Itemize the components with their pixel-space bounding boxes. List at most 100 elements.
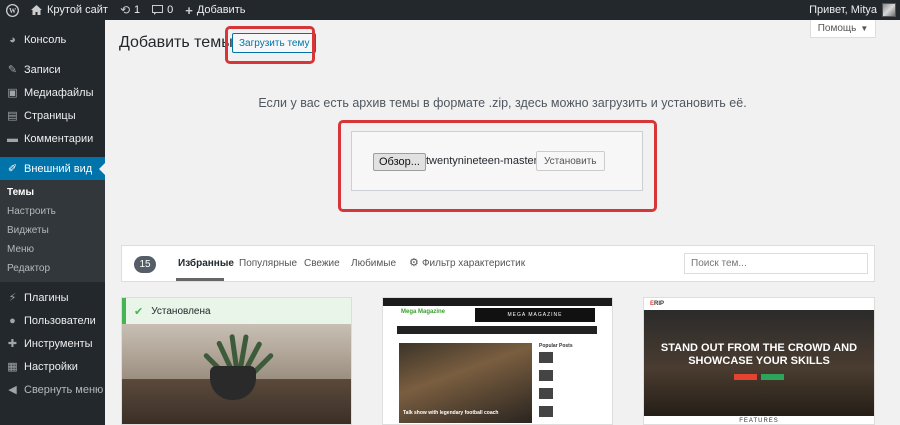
active-tab-indicator xyxy=(176,278,224,281)
submenu-menus[interactable]: Меню xyxy=(0,240,105,259)
gear-icon: ⚙ xyxy=(409,257,419,269)
theme-hero-text: STAND OUT FROM THE CROWD AND SHOWCASE YO… xyxy=(644,342,874,368)
theme-caption: Talk show with legendary football coach xyxy=(403,410,499,416)
submenu-editor[interactable]: Редактор xyxy=(0,259,105,278)
add-new-link[interactable]: + Добавить xyxy=(179,0,251,20)
comments-count: 0 xyxy=(167,4,174,16)
logo-rest: RIP xyxy=(654,301,665,307)
hero-button xyxy=(761,374,784,380)
theme-search-input[interactable] xyxy=(684,253,868,274)
sidebar-item-media[interactable]: ▣ Медиафайлы xyxy=(0,81,105,104)
theme-card-installed[interactable]: ✔ Установлена xyxy=(121,297,352,425)
submenu-themes[interactable]: Темы xyxy=(0,183,105,202)
brush-icon: ✐ xyxy=(7,163,18,175)
help-button[interactable]: Помощь ▼ xyxy=(810,20,876,38)
site-name-link[interactable]: Крутой сайт xyxy=(25,0,114,20)
highlight-frame-form xyxy=(338,120,657,212)
sidebar-item-label: Страницы xyxy=(24,109,76,122)
tab-popular[interactable]: Популярные xyxy=(239,258,297,269)
hero-line: SHOWCASE YOUR SKILLS xyxy=(688,355,830,367)
sidebar-item-settings[interactable]: ▦ Настройки xyxy=(0,355,105,378)
account-menu[interactable]: Привет, Mitya xyxy=(809,0,900,20)
sidebar-item-appearance[interactable]: ✐ Внешний вид xyxy=(0,157,105,180)
updates-icon: ⟲ xyxy=(119,3,130,17)
theme-header: ERIP xyxy=(644,298,874,310)
page-title: Добавить темы xyxy=(119,34,233,51)
sidebar-item-tools[interactable]: ✚ Инструменты xyxy=(0,332,105,355)
submenu-customize[interactable]: Настроить xyxy=(0,202,105,221)
submenu-widgets[interactable]: Виджеты xyxy=(0,221,105,240)
plus-icon: + xyxy=(185,2,193,18)
installed-notice: ✔ Установлена xyxy=(122,298,351,324)
sidebar-item-label: Плагины xyxy=(24,291,69,304)
theme-logo: Mega Magazine xyxy=(401,309,446,315)
post-thumb xyxy=(539,370,553,381)
hero-button xyxy=(734,374,757,380)
pin-icon: ✎ xyxy=(7,64,18,76)
user-icon: ● xyxy=(9,314,16,327)
tab-latest[interactable]: Свежие xyxy=(304,258,340,269)
sidebar-item-label: Медиафайлы xyxy=(24,86,94,99)
sidebar-item-posts[interactable]: ✎ Записи xyxy=(0,58,105,81)
chevron-down-icon: ▼ xyxy=(860,24,869,33)
admin-bar: W Крутой сайт ⟲ 1 0 + Добавить Привет, M… xyxy=(0,0,900,20)
theme-popular-heading: Popular Posts xyxy=(539,343,573,349)
feature-filter-button[interactable]: ⚙ Фильтр характеристик xyxy=(409,256,525,269)
theme-features-heading: FEATURES xyxy=(644,416,874,424)
updates-count: 1 xyxy=(134,4,141,16)
theme-screenshot xyxy=(122,324,351,424)
tab-featured[interactable]: Избранные xyxy=(178,258,234,269)
theme-count-badge: 15 xyxy=(134,256,156,273)
help-label: Помощь xyxy=(817,23,857,34)
svg-text:W: W xyxy=(9,7,17,15)
theme-card-magazine[interactable]: Mega Magazine MEGA MAGAZINE Talk show wi… xyxy=(382,297,613,425)
tab-favorites[interactable]: Любимые xyxy=(351,258,396,269)
sidebar-item-label: Комментарии xyxy=(24,132,94,145)
add-new-label: Добавить xyxy=(196,4,246,16)
theme-nav xyxy=(397,326,597,334)
theme-sidebar: Popular Posts xyxy=(539,343,597,423)
comment-icon: ▬ xyxy=(7,132,18,145)
comment-bubble-icon xyxy=(152,5,164,15)
comments-link[interactable]: 0 xyxy=(146,0,179,20)
post-thumb xyxy=(539,388,553,399)
sidebar-item-label: Внешний вид xyxy=(24,162,93,175)
plugin-icon: ⚡ xyxy=(8,292,17,304)
theme-card-erip[interactable]: ERIP STAND OUT FROM THE CROWD AND SHOWCA… xyxy=(643,297,875,425)
post-thumb xyxy=(539,352,553,363)
sidebar-item-label: Инструменты xyxy=(24,337,93,350)
dashboard-icon: ◕ xyxy=(9,33,16,46)
theme-hero-buttons xyxy=(734,374,784,380)
feature-filter-label: Фильтр характеристик xyxy=(421,258,526,269)
checkmark-icon: ✔ xyxy=(134,305,144,318)
updates-link[interactable]: ⟲ 1 xyxy=(114,0,146,20)
appearance-submenu: Темы Настроить Виджеты Меню Редактор xyxy=(0,180,105,282)
post-thumb xyxy=(539,406,553,417)
sidebar-item-dashboard[interactable]: ◕ Консоль xyxy=(0,28,105,51)
wrench-icon: ✚ xyxy=(7,338,18,350)
avatar xyxy=(882,3,896,17)
home-icon xyxy=(31,5,42,15)
sidebar-item-label: Настройки xyxy=(24,360,78,373)
sidebar-item-label: Записи xyxy=(24,63,61,76)
greeting: Привет, Mitya xyxy=(809,4,877,16)
sidebar-item-users[interactable]: ● Пользователи xyxy=(0,309,105,332)
sidebar-item-label: Свернуть меню xyxy=(24,383,104,396)
sidebar-item-plugins[interactable]: ⚡ Плагины xyxy=(0,286,105,309)
wordpress-logo-icon[interactable]: W xyxy=(0,0,25,20)
highlight-frame-upload xyxy=(225,26,315,64)
sidebar-item-comments[interactable]: ▬ Комментарии xyxy=(0,127,105,150)
sidebar-item-label: Пользователи xyxy=(24,314,96,327)
sidebar-item-pages[interactable]: ▤ Страницы xyxy=(0,104,105,127)
media-icon: ▣ xyxy=(7,87,18,99)
settings-icon: ▦ xyxy=(7,361,18,373)
sidebar-collapse-button[interactable]: ◀ Свернуть меню xyxy=(0,378,105,401)
site-name: Крутой сайт xyxy=(47,4,108,16)
upload-description: Если у вас есть архив темы в формате .zi… xyxy=(258,96,747,110)
theme-banner: MEGA MAGAZINE xyxy=(475,308,595,322)
theme-logo: ERIP xyxy=(650,301,664,307)
installed-label: Установлена xyxy=(151,305,211,317)
theme-topbar xyxy=(383,298,612,306)
collapse-icon: ◀ xyxy=(8,384,17,396)
page-icon: ▤ xyxy=(7,110,18,122)
